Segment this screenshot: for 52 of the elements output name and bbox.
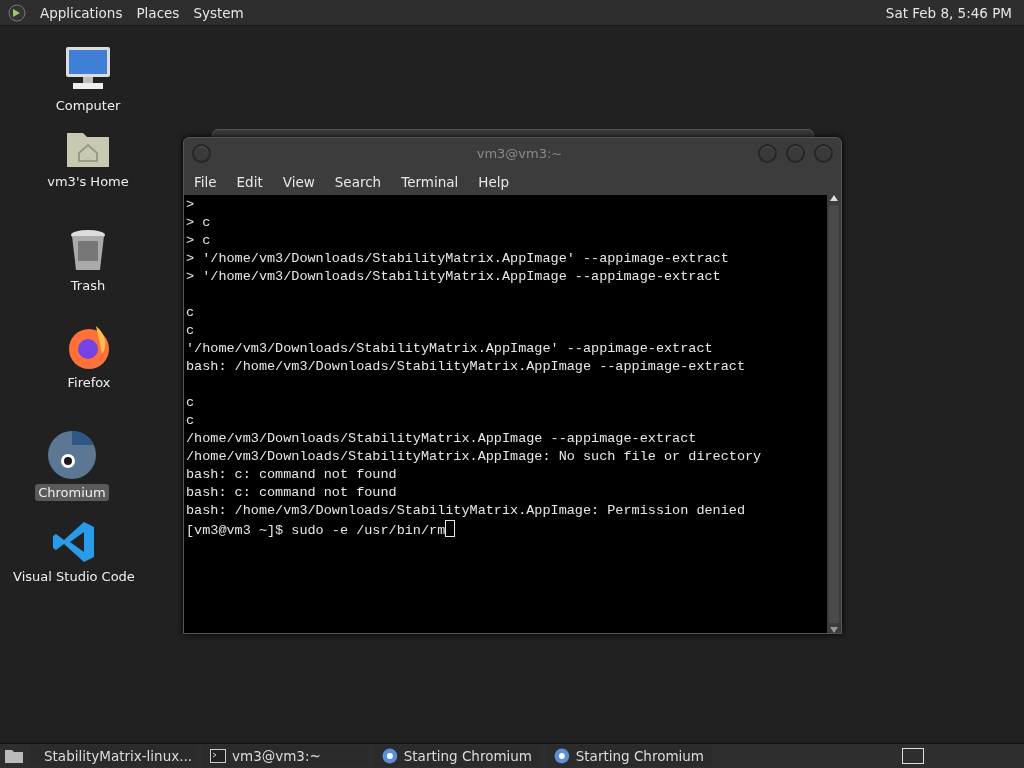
- clock[interactable]: Sat Feb 8, 5:46 PM: [885, 4, 1016, 21]
- chromium-icon: [47, 430, 97, 480]
- desktop-icon-label[interactable]: Computer: [52, 97, 124, 114]
- terminal-line: >: [186, 197, 195, 212]
- terminal-line: bash: c: command not found: [186, 467, 397, 482]
- maximize-button[interactable]: [786, 143, 805, 163]
- desktop-folder-icon[interactable]: [4, 748, 24, 764]
- terminal-line: bash: /home/vm3/Downloads/StabilityMatrix.AppImage: Permission denied: [186, 503, 745, 518]
- terminal-line: c: [186, 413, 195, 428]
- menu-item[interactable]: Help: [478, 173, 520, 190]
- workspace-switcher[interactable]: [902, 748, 924, 764]
- panel-menu[interactable]: System: [193, 4, 244, 21]
- firefox-icon: [66, 324, 112, 370]
- terminal-prompt-line: [vm3@vm3 ~]$ sudo -e /usr/bin/rm: [186, 523, 446, 538]
- terminal-line: /home/vm3/Downloads/StabilityMatrix.AppImage: No such file or directory: [186, 449, 762, 464]
- close-button[interactable]: [814, 143, 833, 163]
- desktop-icon-label[interactable]: Visual Studio Code: [10, 568, 138, 585]
- desktop-icon-label[interactable]: Firefox: [64, 374, 114, 391]
- terminal-line: '/home/vm3/Downloads/StabilityMatrix.AppImage' --appimage-extract: [186, 341, 713, 356]
- desktop-icon-label[interactable]: Chromium: [35, 484, 109, 501]
- terminal-line: /home/vm3/Downloads/StabilityMatrix.AppImage --appimage-extract: [186, 431, 697, 446]
- terminal-icon: [210, 749, 226, 763]
- terminal-line: bash: c: command not found: [186, 485, 397, 500]
- menu-item[interactable]: Search: [334, 173, 392, 190]
- terminal-line: > '/home/vm3/Downloads/StabilityMatrix.AppImage' --appimage-extract: [186, 251, 729, 266]
- minimize-button[interactable]: [758, 143, 777, 163]
- chromium-icon: [554, 748, 570, 764]
- terminal-line: c: [186, 395, 195, 410]
- menu-item[interactable]: Edit: [236, 173, 273, 190]
- window-title: vm3@vm3:~: [475, 145, 564, 161]
- terminal-line: bash: /home/vm3/Downloads/StabilityMatrix.AppImage --appimage-extract: [186, 359, 745, 374]
- menu-item[interactable]: File: [194, 173, 227, 190]
- menu-item[interactable]: Terminal: [401, 173, 469, 190]
- text-cursor: [445, 520, 456, 537]
- chromium-icon: [382, 748, 398, 764]
- scrollbar[interactable]: [827, 195, 841, 633]
- terminal-line: > c: [186, 215, 211, 230]
- panel-menu[interactable]: Places: [136, 4, 180, 21]
- desktop-icon-label[interactable]: Trash: [67, 277, 109, 294]
- window-menu-button[interactable]: [192, 143, 211, 163]
- menu-item[interactable]: View: [282, 173, 325, 190]
- desktop-icon-label[interactable]: vm3's Home: [44, 173, 132, 190]
- distro-logo-icon: [8, 3, 26, 22]
- panel-menu[interactable]: Applications: [40, 4, 123, 21]
- terminal-line: > '/home/vm3/Downloads/StabilityMatrix.AppImage --appimage-extract: [186, 269, 721, 284]
- code-editor-icon: [52, 520, 96, 564]
- scroll-up-icon[interactable]: [830, 195, 838, 201]
- terminal-line: > c: [186, 233, 211, 248]
- terminal-line: c: [186, 305, 195, 320]
- trash-icon: [69, 229, 107, 273]
- scroll-down-icon[interactable]: [830, 627, 838, 633]
- terminal-line: c: [186, 323, 195, 338]
